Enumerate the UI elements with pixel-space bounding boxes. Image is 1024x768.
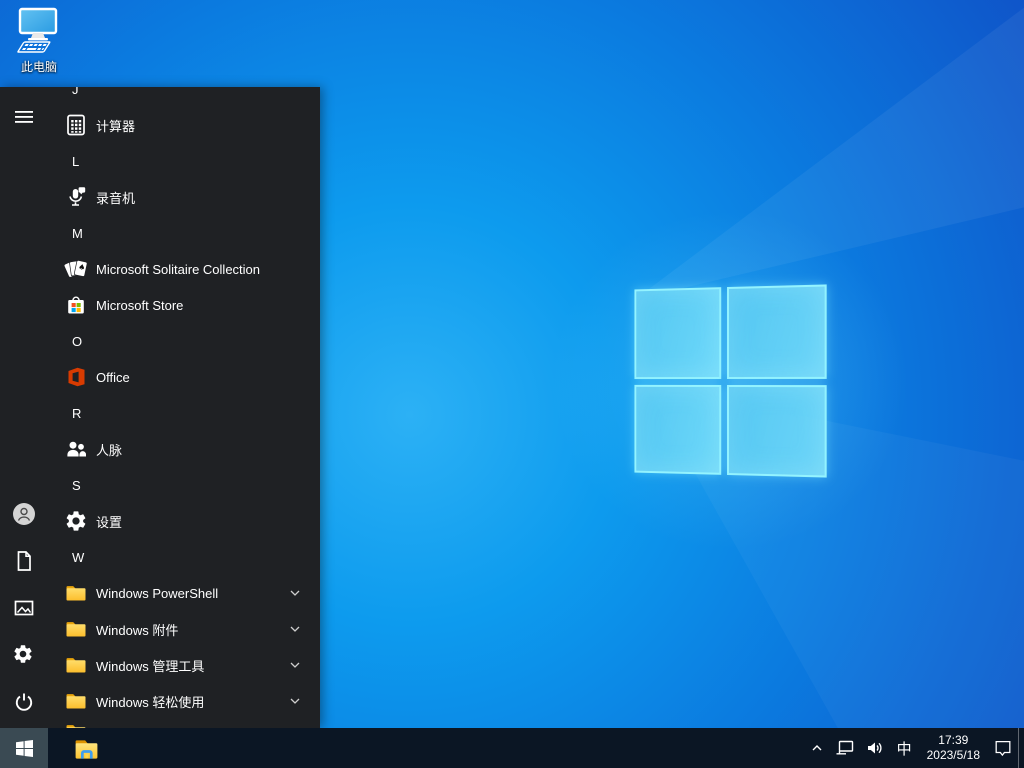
taskbar-clock[interactable]: 17:39 2023/5/18 [919,728,988,768]
chevron-down-icon[interactable] [287,585,303,601]
folder-icon [64,653,88,677]
chevron-down-icon[interactable] [287,621,303,637]
logo-pane [727,284,826,378]
this-pc-icon [6,6,62,56]
tray-chevron-up-icon[interactable] [804,728,830,768]
start-menu-item-partial-folder[interactable] [48,719,320,728]
hamburger-menu-icon[interactable] [12,105,36,129]
clock-time: 17:39 [938,733,968,748]
people-icon [64,437,88,461]
app-label: Windows 轻松使用 [96,692,204,711]
start-menu-item-people[interactable]: 人脉 [48,431,320,467]
logo-pane [634,385,721,475]
logo-pane [727,385,826,478]
section-header-r[interactable]: R [48,395,320,431]
start-menu-item-calculator[interactable]: 计算器 [48,107,320,143]
section-header-m[interactable]: M [48,215,320,251]
start-menu-rail [0,87,48,728]
section-header-s[interactable]: S [48,467,320,503]
logo-pane [634,287,721,379]
app-label: 计算器 [96,116,135,135]
start-menu-item-windows-powershell[interactable]: Windows PowerShell [48,575,320,611]
start-menu-app-list: J 计算器 L 录音机 M ♠ Microsoft Solitaire Coll… [48,87,320,728]
start-button[interactable] [0,728,48,768]
documents-icon[interactable] [12,549,36,573]
file-explorer-button[interactable] [62,728,110,768]
desktop-icon-label: 此电脑 [6,58,72,75]
app-label: 人脉 [96,440,122,459]
system-tray: 中 17:39 2023/5/18 [804,728,1024,768]
app-label: Windows PowerShell [96,586,218,601]
start-menu-item-windows-ease-of-access[interactable]: Windows 轻松使用 [48,683,320,719]
app-label: 设置 [96,512,122,531]
pictures-icon[interactable] [12,596,36,620]
start-menu-item-microsoft-store[interactable]: Microsoft Store [48,287,320,323]
start-menu-item-voice-recorder[interactable]: 录音机 [48,179,320,215]
app-label: 录音机 [96,188,135,207]
start-menu-item-windows-admin-tools[interactable]: Windows 管理工具 [48,647,320,683]
clock-date: 2023/5/18 [927,748,980,763]
solitaire-icon: ♠ [64,257,88,281]
power-icon[interactable] [12,690,36,714]
section-header-o[interactable]: O [48,323,320,359]
start-menu-item-solitaire[interactable]: ♠ Microsoft Solitaire Collection [48,251,320,287]
ime-language-indicator[interactable]: 中 [890,728,919,768]
store-icon [64,293,88,317]
start-windows-logo-icon [16,740,33,757]
action-center-icon[interactable] [988,728,1018,768]
volume-icon[interactable] [860,728,890,768]
app-label: Microsoft Store [96,298,183,313]
app-label: Windows 附件 [96,620,178,639]
start-menu: J 计算器 L 录音机 M ♠ Microsoft Solitaire Coll… [0,87,320,728]
office-icon [64,365,88,389]
windows-wallpaper-logo [634,284,826,477]
section-header-w[interactable]: W [48,539,320,575]
folder-icon [64,581,88,605]
desktop-icon-this-pc[interactable]: 此电脑 [6,6,72,75]
user-account-icon[interactable] [12,502,36,526]
folder-icon [64,617,88,641]
start-menu-item-settings[interactable]: 设置 [48,503,320,539]
section-header-j[interactable]: J [48,87,320,107]
settings-gear-icon [64,509,88,533]
file-explorer-icon [73,735,100,762]
calculator-icon [64,113,88,137]
app-label: Windows 管理工具 [96,656,204,675]
chevron-down-icon[interactable] [287,657,303,673]
start-menu-item-office[interactable]: Office [48,359,320,395]
app-label: Microsoft Solitaire Collection [96,262,260,277]
network-icon[interactable] [830,728,860,768]
app-label: Office [96,370,130,385]
folder-icon [64,689,88,713]
chevron-down-icon[interactable] [287,693,303,709]
show-desktop-button[interactable] [1018,728,1024,768]
desktop-wallpaper: 此电脑 J 计算器 L 录音机 M ♠ Microsoft Solitaire … [0,0,1024,768]
settings-gear-icon[interactable] [12,643,36,667]
voice-recorder-icon [64,185,88,209]
section-header-l[interactable]: L [48,143,320,179]
taskbar: 中 17:39 2023/5/18 [0,728,1024,768]
start-menu-item-windows-accessories[interactable]: Windows 附件 [48,611,320,647]
folder-icon [64,720,88,728]
